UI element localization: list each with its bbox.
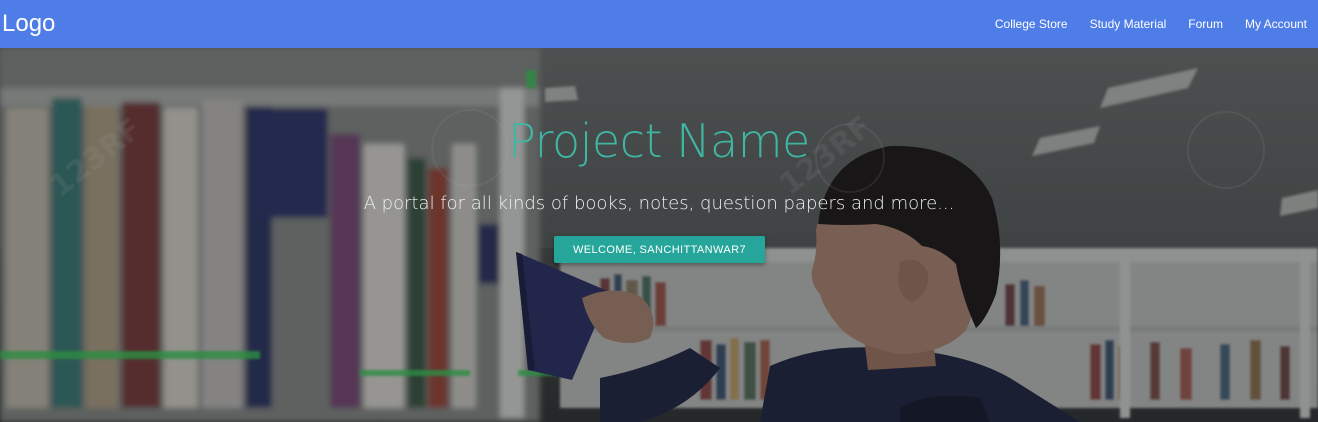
nav-links: College Store Study Material Forum My Ac…: [984, 0, 1318, 48]
welcome-user-button[interactable]: WELCOME, SANCHITTANWAR7: [554, 236, 765, 263]
nav-item-forum: Forum: [1177, 15, 1234, 33]
nav-link-study-material[interactable]: Study Material: [1090, 17, 1167, 31]
nav-item-study-material: Study Material: [1079, 15, 1178, 33]
top-navbar: Logo College Store Study Material Forum …: [0, 0, 1318, 48]
nav-item-college-store: College Store: [984, 15, 1079, 33]
hero-dark-overlay: [0, 48, 1318, 422]
logo-link[interactable]: Logo: [2, 10, 55, 38]
hero-section: 123RF 123RF Project Name A portal for al…: [0, 48, 1318, 422]
project-subtitle: A portal for all kinds of books, notes, …: [363, 193, 955, 214]
nav-item-my-account: My Account: [1234, 15, 1318, 33]
project-title: Project Name: [508, 114, 810, 168]
nav-link-college-store[interactable]: College Store: [995, 17, 1068, 31]
nav-link-forum[interactable]: Forum: [1188, 17, 1223, 31]
nav-link-my-account[interactable]: My Account: [1245, 17, 1307, 31]
